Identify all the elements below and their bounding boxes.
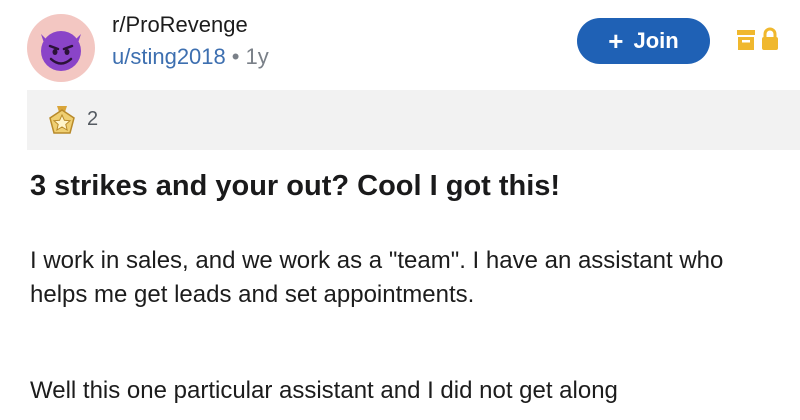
post-body-paragraph: I work in sales, and we work as a "team"… [30,247,724,308]
join-label: Join [633,28,679,53]
devil-emoji-icon [41,31,81,71]
join-button[interactable]: + Join [577,18,710,64]
award-medal-icon [49,106,75,134]
subreddit-name[interactable]: r/ProRevenge [112,12,248,38]
award-count: 2 [87,108,99,130]
post-body-paragraph-2: Well this one particular assistant and I… [30,377,618,404]
post-title[interactable]: 3 strikes and your out? Cool I got this! [30,170,790,203]
lock-icon [762,27,778,50]
post-meta: u/sting2018 • 1y [112,44,269,70]
post-age: 1y [245,44,269,69]
meta-separator: • [231,44,240,69]
post-header: r/ProRevenge u/sting2018 • 1y + Join [0,0,800,90]
awards-bar[interactable]: 2 [27,90,800,150]
archive-icon [737,30,755,50]
author-username[interactable]: u/sting2018 [112,44,226,69]
plus-icon: + [608,26,624,56]
subreddit-avatar[interactable] [27,14,95,82]
